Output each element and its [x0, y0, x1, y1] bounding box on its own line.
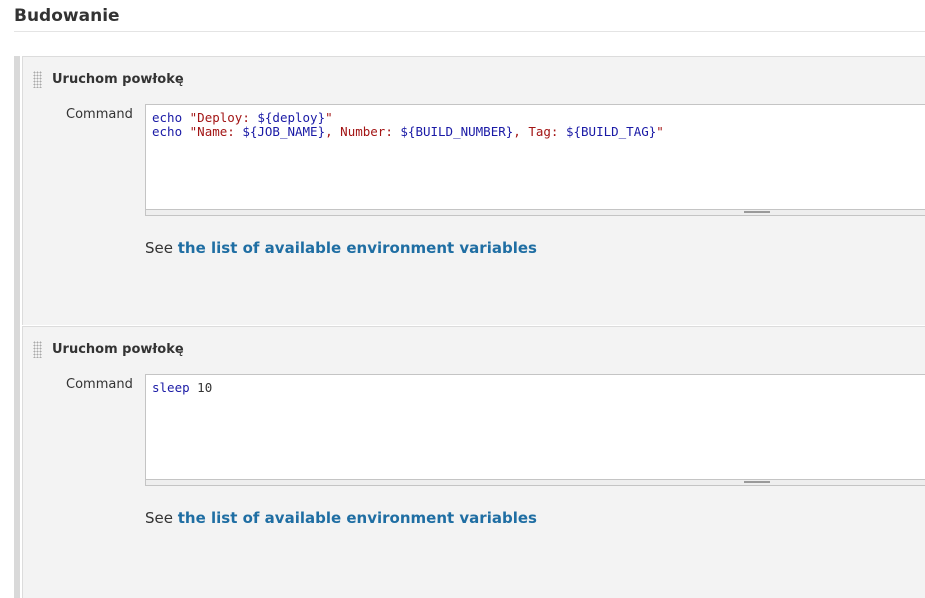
- code-line: echo "Deploy: ${deploy}": [152, 110, 333, 125]
- step-title: Uruchom powłokę: [52, 72, 184, 87]
- section-title: Budowanie: [14, 6, 120, 26]
- build-step-1: Uruchom powłokę Command echo "Deploy: ${…: [22, 56, 925, 325]
- build-config-page: Budowanie Uruchom powłokę Command echo "…: [0, 0, 925, 598]
- code-line: echo "Name: ${JOB_NAME}, Number: ${BUILD…: [152, 124, 664, 139]
- help-prefix: See: [145, 509, 173, 527]
- command-editor[interactable]: echo "Deploy: ${deploy}" echo "Name: ${J…: [145, 104, 925, 216]
- command-code[interactable]: echo "Deploy: ${deploy}" echo "Name: ${J…: [152, 111, 664, 139]
- command-label: Command: [66, 107, 133, 122]
- help-prefix: See: [145, 239, 173, 257]
- editor-resize-bar[interactable]: [146, 479, 925, 485]
- env-variables-link[interactable]: the list of available environment variab…: [178, 239, 537, 257]
- editor-resize-bar[interactable]: [146, 209, 925, 215]
- section-divider: [14, 31, 925, 32]
- build-step-2: Uruchom powłokę Command sleep 10 See the…: [22, 326, 925, 598]
- resize-grip-icon[interactable]: [744, 481, 770, 483]
- code-line: sleep 10: [152, 380, 213, 395]
- step-title: Uruchom powłokę: [52, 342, 184, 357]
- drag-grip-icon[interactable]: [33, 71, 42, 88]
- command-editor[interactable]: sleep 10: [145, 374, 925, 486]
- env-variables-link[interactable]: the list of available environment variab…: [178, 509, 537, 527]
- section-side-bar: [14, 56, 20, 598]
- command-label: Command: [66, 377, 133, 392]
- help-text: See the list of available environment va…: [145, 508, 537, 528]
- drag-grip-icon[interactable]: [33, 341, 42, 358]
- help-text: See the list of available environment va…: [145, 238, 537, 258]
- resize-grip-icon[interactable]: [744, 211, 770, 213]
- command-code[interactable]: sleep 10: [152, 381, 212, 395]
